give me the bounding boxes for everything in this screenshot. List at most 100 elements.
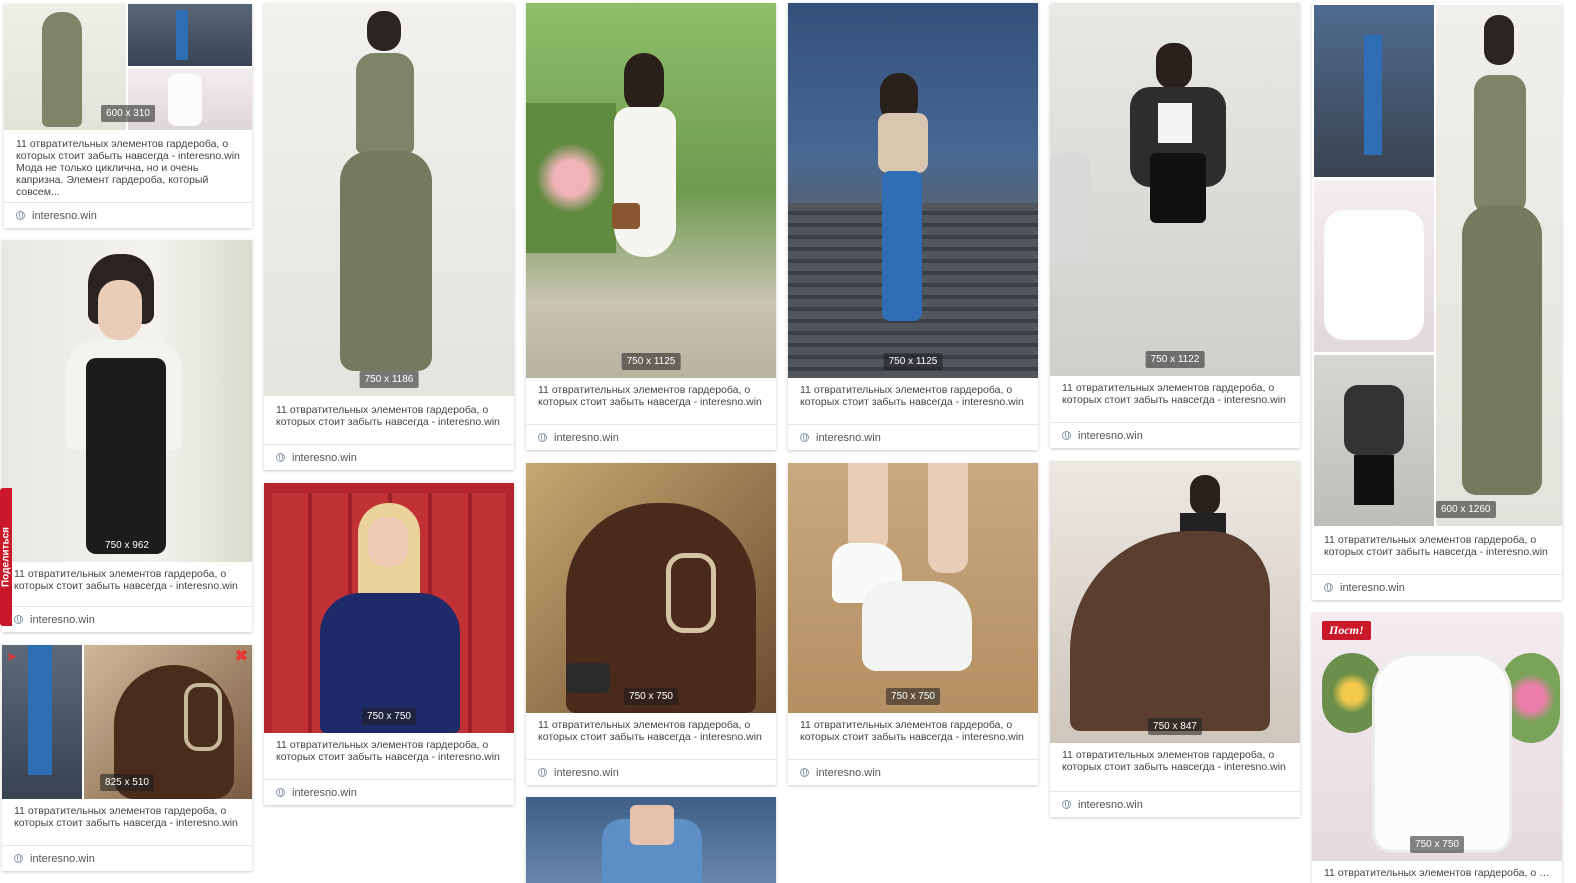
- card-source[interactable]: interesno.win: [2, 845, 252, 871]
- source-label: interesno.win: [292, 786, 357, 799]
- card-image[interactable]: 750 x 962: [2, 240, 252, 562]
- image-card[interactable]: ➤ ✖ 825 x 510 11 отвратительных элементо…: [2, 645, 252, 871]
- source-label: interesno.win: [292, 451, 357, 464]
- globe-icon: [538, 768, 547, 777]
- globe-icon: [1324, 583, 1333, 592]
- image-card[interactable]: 750 x 750 11 отвратительных элементов га…: [526, 463, 776, 785]
- card-source[interactable]: interesno.win: [1050, 791, 1300, 817]
- source-label: interesno.win: [30, 613, 95, 626]
- image-dimensions: 750 x 750: [1410, 836, 1464, 853]
- image-dimensions: 750 x 750: [624, 688, 678, 705]
- source-label: interesno.win: [816, 766, 881, 779]
- card-image[interactable]: 750 x 750: [788, 463, 1038, 713]
- post-badge: Пост!: [1322, 621, 1371, 640]
- image-card[interactable]: 600 x 310 11 отвратительных элементов га…: [4, 4, 252, 228]
- globe-icon: [276, 453, 285, 462]
- card-source[interactable]: interesno.win: [2, 606, 252, 632]
- image-card[interactable]: 750 x 1186 11 отвратительных элементов г…: [264, 3, 514, 470]
- card-source[interactable]: interesno.win: [1050, 422, 1300, 448]
- globe-icon: [538, 433, 547, 442]
- image-card[interactable]: 750 x 962 11 отвратительных элементов га…: [2, 240, 252, 632]
- close-icon[interactable]: ✖: [235, 649, 248, 665]
- image-card[interactable]: 750 x 1125 11 отвратительных элементов г…: [526, 3, 776, 450]
- pin-icon[interactable]: ➤: [6, 649, 17, 665]
- card-source[interactable]: interesno.win: [264, 779, 514, 805]
- card-image[interactable]: 750 x 1186: [264, 3, 514, 396]
- image-dimensions: 600 x 1260: [1436, 501, 1496, 518]
- card-source[interactable]: interesno.win: [788, 424, 1038, 450]
- image-dimensions: 750 x 1186: [359, 371, 419, 388]
- image-dimensions: 750 x 1122: [1145, 351, 1205, 368]
- card-caption[interactable]: 11 отвратительных элементов гардероба, о…: [538, 384, 764, 420]
- image-dimensions: 750 x 750: [362, 708, 416, 725]
- image-dimensions: 600 x 310: [101, 105, 155, 122]
- image-dimensions: 750 x 750: [886, 688, 940, 705]
- globe-icon: [16, 211, 25, 220]
- image-card[interactable]: [526, 797, 776, 883]
- image-card[interactable]: 750 x 750 11 отвратительных элементов га…: [788, 463, 1038, 785]
- card-caption[interactable]: 11 отвратительных элементов гардероба, о…: [1324, 534, 1550, 570]
- jeans-stairs-photo: [2, 645, 82, 799]
- globe-icon: [14, 615, 23, 624]
- image-collage[interactable]: 600 x 1260: [1312, 3, 1562, 526]
- source-label: interesno.win: [1340, 581, 1405, 594]
- share-side-tab[interactable]: Поделиться: [0, 488, 12, 626]
- card-source[interactable]: interesno.win: [526, 424, 776, 450]
- image-dimensions: 750 x 1125: [621, 353, 681, 370]
- card-source[interactable]: interesno.win: [1312, 574, 1562, 600]
- image-results-board: 600 x 310 11 отвратительных элементов га…: [0, 0, 1576, 883]
- image-dimensions: 750 x 1125: [883, 353, 943, 370]
- source-label: interesno.win: [1078, 429, 1143, 442]
- card-image[interactable]: Пост! 750 x 750: [1312, 613, 1562, 861]
- card-caption[interactable]: 11 отвратительных элементов гардероба, о…: [14, 568, 240, 604]
- image-card[interactable]: 750 x 750 11 отвратительных элементов га…: [264, 483, 514, 805]
- globe-icon: [800, 433, 809, 442]
- card-source[interactable]: interesno.win: [264, 444, 514, 470]
- card-image[interactable]: 750 x 1125: [788, 3, 1038, 378]
- image-card[interactable]: 750 x 1122 11 отвратительных элементов г…: [1050, 3, 1300, 448]
- white-boots-photo: [1314, 180, 1434, 352]
- image-card[interactable]: 750 x 847 11 отвратительных элементов га…: [1050, 461, 1300, 817]
- image-card[interactable]: 750 x 1125 11 отвратительных элементов г…: [788, 3, 1038, 450]
- card-caption[interactable]: 11 отвратительных элементов гардероба, о…: [800, 384, 1026, 420]
- card-caption[interactable]: 11 отвратительных элементов гардероба, о…: [1062, 749, 1288, 785]
- card-image[interactable]: 750 x 750: [264, 483, 514, 733]
- image-dimensions: 750 x 962: [100, 537, 154, 554]
- source-label: interesno.win: [554, 766, 619, 779]
- card-caption[interactable]: 11 отвратительных элементов гардероба, о…: [1062, 382, 1288, 418]
- card-image[interactable]: [526, 797, 776, 883]
- source-label: interesno.win: [1078, 798, 1143, 811]
- card-image[interactable]: 750 x 847: [1050, 461, 1300, 743]
- globe-icon: [800, 768, 809, 777]
- source-label: interesno.win: [816, 431, 881, 444]
- image-collage[interactable]: 600 x 310: [4, 4, 252, 130]
- card-caption[interactable]: 11 отвратительных элементов гардероба, о…: [1324, 867, 1550, 881]
- globe-icon: [1062, 431, 1071, 440]
- source-label: interesno.win: [30, 852, 95, 865]
- card-image[interactable]: 750 x 750: [526, 463, 776, 713]
- card-image[interactable]: 750 x 1125: [526, 3, 776, 378]
- studded-jacket-photo: [1314, 355, 1434, 526]
- card-caption[interactable]: 11 отвратительных элементов гардероба, о…: [800, 719, 1026, 755]
- globe-icon: [276, 788, 285, 797]
- card-caption[interactable]: 11 отвратительных элементов гардероба, о…: [538, 719, 764, 755]
- image-card[interactable]: 600 x 1260 11 отвратительных элементов г…: [1312, 3, 1562, 600]
- card-source[interactable]: interesno.win: [788, 759, 1038, 785]
- card-image[interactable]: 750 x 1122: [1050, 3, 1300, 376]
- olive-jumpsuit-photo: [1436, 5, 1562, 526]
- globe-icon: [14, 854, 23, 863]
- card-caption[interactable]: 11 отвратительных элементов гардероба, о…: [276, 739, 502, 775]
- stairs-photo: [1314, 5, 1434, 177]
- image-card[interactable]: Пост! 750 x 750 11 отвратительных элемен…: [1312, 613, 1562, 883]
- card-source[interactable]: interesno.win: [526, 759, 776, 785]
- card-caption[interactable]: 11 отвратительных элементов гардероба, о…: [16, 138, 240, 198]
- stairs-photo: [128, 4, 252, 66]
- card-caption[interactable]: 11 отвратительных элементов гардероба, о…: [14, 805, 240, 841]
- image-dimensions: 825 x 510: [100, 774, 154, 791]
- source-label: interesno.win: [32, 209, 97, 222]
- source-label: interesno.win: [554, 431, 619, 444]
- image-dimensions: 750 x 847: [1148, 718, 1202, 735]
- card-caption[interactable]: 11 отвратительных элементов гардероба, о…: [276, 404, 502, 440]
- card-source[interactable]: interesno.win: [4, 202, 252, 228]
- image-collage[interactable]: ➤ ✖ 825 x 510: [2, 645, 252, 799]
